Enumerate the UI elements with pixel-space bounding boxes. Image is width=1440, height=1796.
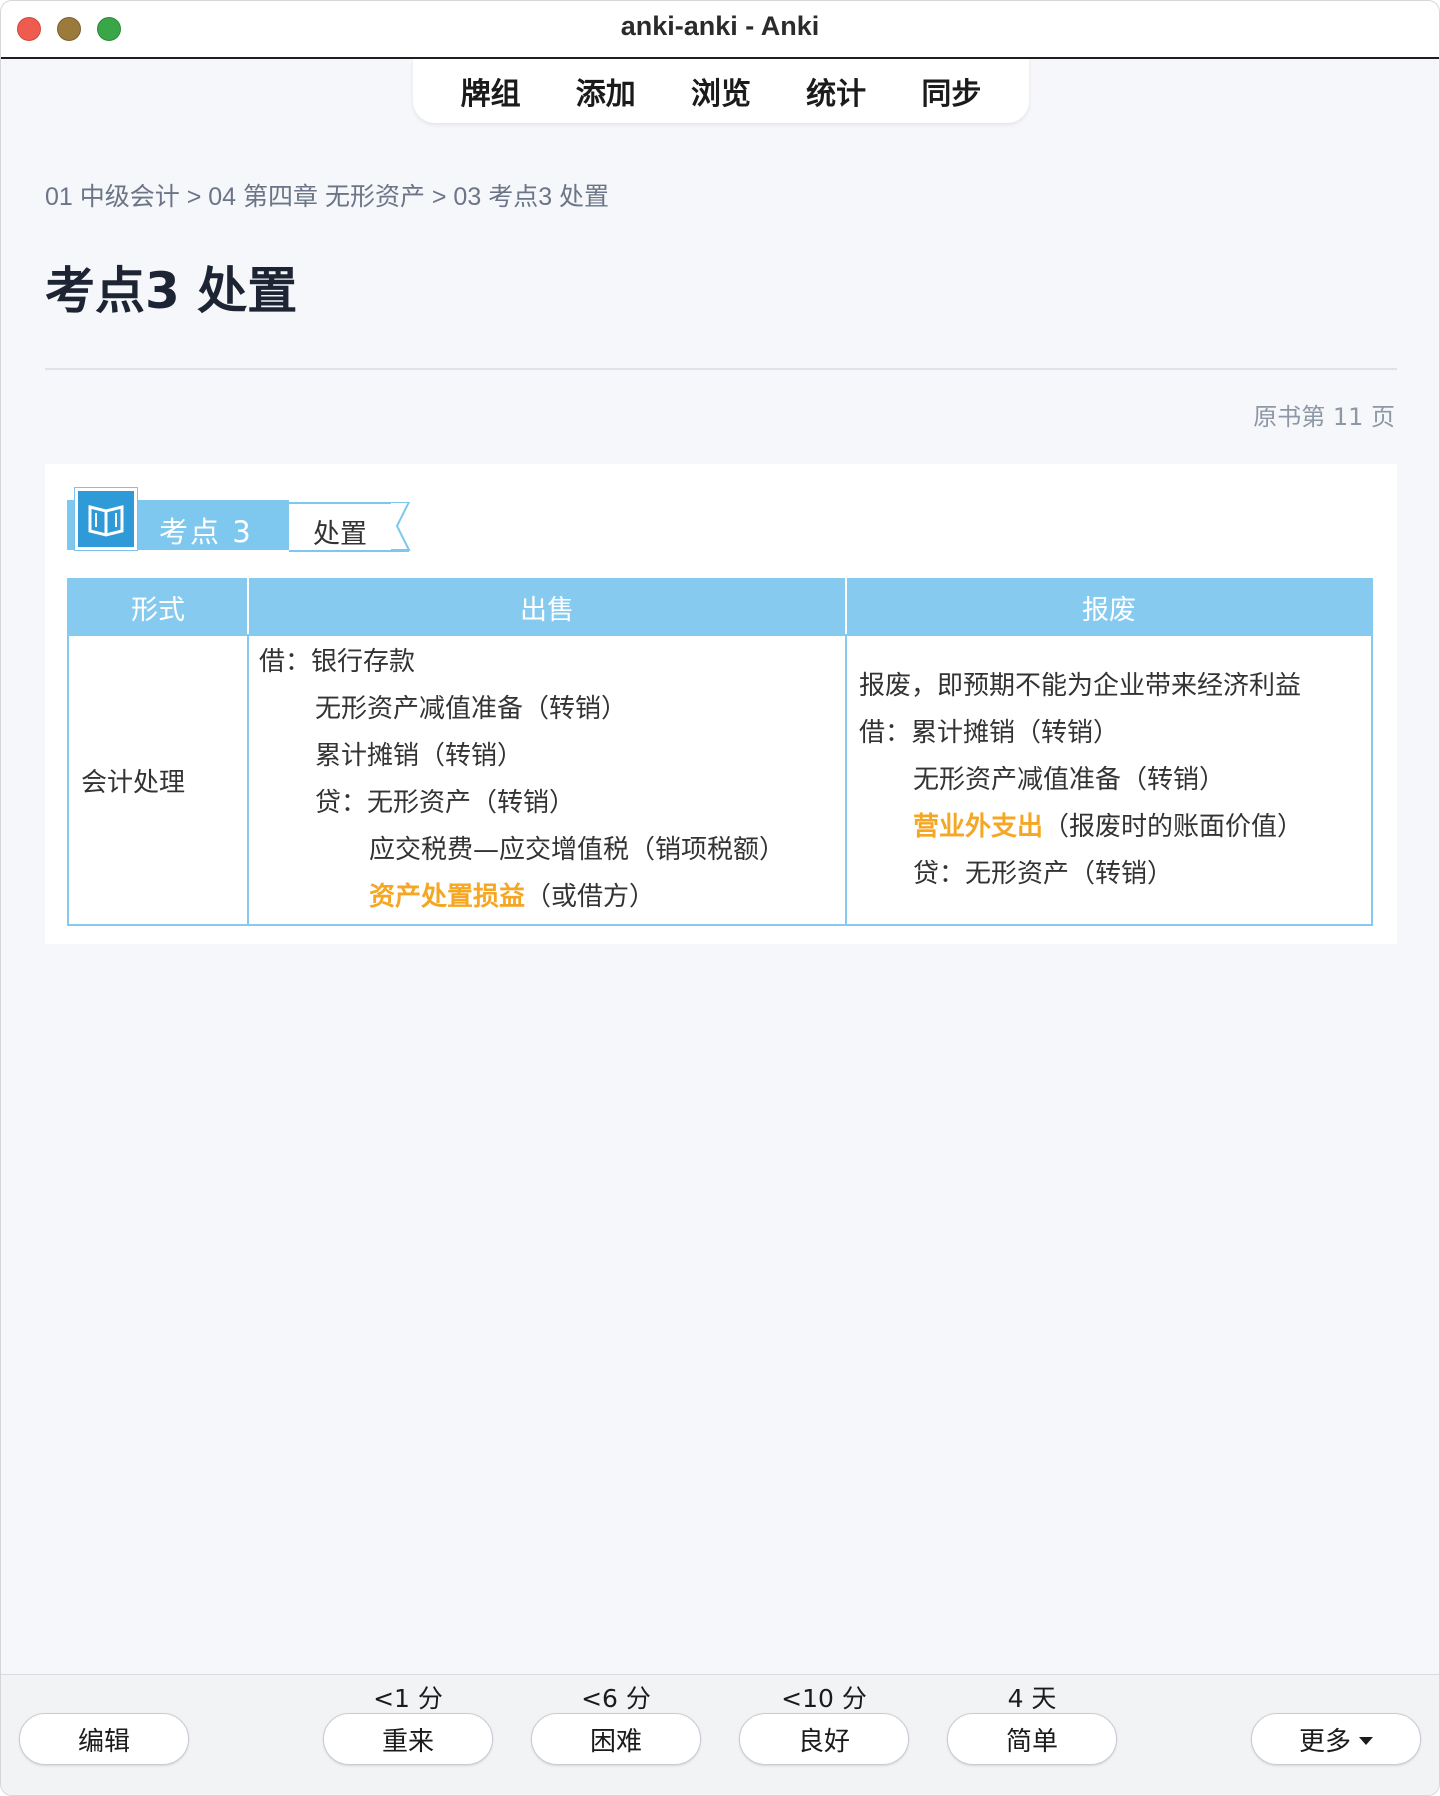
sale-line: 累计摊销（转销） [315,741,524,771]
kp-tag: 处置 [313,519,367,550]
scrap-line: 贷：无形资产（转销） [913,858,1174,889]
easy-interval: 4 天 [1007,1684,1057,1713]
scrap-line-highlight: 营业外支出（报废时的账面价值） [847,804,1371,851]
title-bar: anki-anki - Anki [1,1,1439,59]
knowledge-point-header: 考点 3 处置 [67,476,427,552]
nav-add[interactable]: 添加 [576,69,636,113]
good-button[interactable]: 良好 [739,1713,909,1765]
more-button[interactable]: 更多 [1251,1713,1421,1765]
sale-cell: 借：银行存款 无形资产减值准备（转销） 累计摊销（转销） 贷：无形资产（转销） … [247,634,847,926]
sale-line: 借：银行存款 [259,647,416,677]
sale-line: 无形资产减值准备（转销） [315,694,628,724]
divider [45,368,1397,370]
header-form: 形式 [67,578,249,636]
sale-line-note: （或借方） [525,882,656,912]
book-icon [75,488,137,550]
asset-disposal-gain-loss: 资产处置损益 [369,882,526,912]
easy-button[interactable]: 简单 [947,1713,1117,1765]
hard-interval: <6 分 [581,1684,651,1713]
sale-line-highlight: 资产处置损益（或借方） [249,874,845,921]
breadcrumb: 01 中级会计 > 04 第四章 无形资产 > 03 考点3 处置 [45,183,610,211]
disposal-table: 形式 出售 报废 会计处理 借：银行存款 无形资产减值准备（转销） 累计摊销（转… [67,578,1373,926]
page-reference: 原书第 11 页 [1253,403,1395,431]
scrap-line: 无形资产减值准备（转销） [913,764,1226,795]
nav-stats[interactable]: 统计 [806,69,866,113]
card-title: 考点3 处置 [45,262,298,320]
chevron-down-icon [1359,1737,1373,1745]
scrap-line: 报废，即预期不能为企业带来经济利益 [859,670,1302,701]
row-label: 会计处理 [67,634,249,926]
again-button[interactable]: 重来 [323,1713,493,1765]
nav-decks[interactable]: 牌组 [461,69,521,113]
anki-window: anki-anki - Anki 牌组 添加 浏览 统计 同步 01 中级会计 … [0,0,1440,1796]
window-title: anki-anki - Anki [620,11,820,41]
sale-line: 贷：无形资产（转销） [315,788,576,818]
scrap-cell: 报废，即预期不能为企业带来经济利益 借：累计摊销（转销） 无形资产减值准备（转销… [845,634,1373,926]
kp-label: 考点 3 [159,515,253,549]
sale-line: 应交税费—应交增值税（销项税额） [369,835,786,865]
edit-button[interactable]: 编辑 [19,1713,189,1765]
more-label: 更多 [1298,1726,1351,1757]
header-sale: 出售 [247,578,847,636]
card-image: 考点 3 处置 形式 出售 报废 会计处理 借：银行存款 无形资产减值准备（转销… [45,464,1397,944]
scrap-line: 借：累计摊销（转销） [859,717,1120,748]
answer-bar: 编辑 <1 分 重来 <6 分 困难 <10 分 良好 4 天 简单 更多 [1,1674,1439,1795]
scrap-line-note: （报废时的账面价值） [1043,811,1304,842]
header-scrap: 报废 [845,578,1373,636]
hard-button[interactable]: 困难 [531,1713,701,1765]
good-interval: <10 分 [781,1684,867,1713]
nav-sync[interactable]: 同步 [921,69,981,113]
non-operating-expense: 营业外支出 [913,811,1044,842]
again-interval: <1 分 [373,1684,443,1713]
top-toolbar: 牌组 添加 浏览 统计 同步 [413,59,1029,123]
nav-browse[interactable]: 浏览 [691,69,751,113]
